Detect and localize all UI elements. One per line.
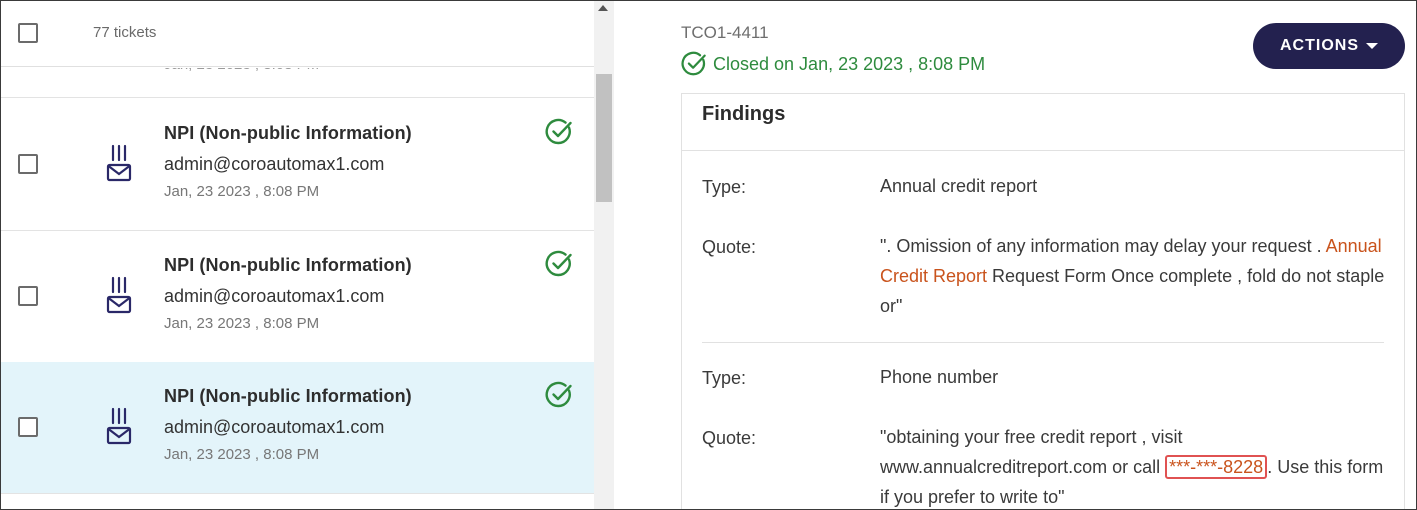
status-badge: Closed on Jan, 23 2023 , 8:08 PM [681,51,985,77]
ticket-id: TCO1-4411 [681,23,769,42]
divider [702,342,1384,343]
finding-quote: ". Omission of any information may delay… [880,231,1385,321]
ticket-row[interactable]: NPI (Non-public Information) admin@coroa… [1,99,594,231]
select-all-checkbox[interactable] [18,23,38,43]
caret-down-icon [1366,43,1378,49]
mail-stack-icon [106,407,132,445]
ticket-date: Jan, 23 2023 , 8:08 PM [164,446,320,463]
clipped-ticket-row[interactable]: Jan, 23 2023 , 8:08 PM [1,68,594,98]
finding-quote-label: Quote: [702,428,757,448]
quote-text: ". Omission of any information may delay… [880,236,1326,256]
ticket-title: NPI (Non-public Information) [164,123,412,143]
status-text: Closed on Jan, 23 2023 , 8:08 PM [713,53,986,74]
ticket-title: NPI (Non-public Information) [164,255,412,275]
check-circle-icon [545,118,572,145]
finding-type-value: Annual credit report [880,176,1038,196]
actions-button[interactable]: ACTIONS [1253,23,1405,69]
ticket-email: admin@coroautomax1.com [164,286,385,306]
clipped-ticket-date: Jan, 23 2023 , 8:08 PM [164,68,319,73]
finding-type-label: Type: [702,177,747,197]
ticket-checkbox[interactable] [18,417,38,437]
ticket-list-pane: 77 tickets Jan, 23 2023 , 8:08 PM NPI (N… [1,1,594,509]
finding-type-label: Type: [702,368,747,388]
list-header: 77 tickets [1,1,594,67]
ticket-email: admin@coroautomax1.com [164,417,385,437]
findings-card: Findings Type: Annual credit report Quot… [681,93,1405,509]
check-circle-icon [545,250,572,277]
finding-quote: "obtaining your free credit report , vis… [880,422,1385,509]
scroll-thumb[interactable] [596,74,612,202]
ticket-title: NPI (Non-public Information) [164,386,412,406]
ticket-checkbox[interactable] [18,286,38,306]
actions-label: ACTIONS [1280,37,1359,54]
masked-phone-number: ***-***-8228 [1165,455,1268,479]
ticket-checkbox[interactable] [18,154,38,174]
ticket-count: 77 tickets [93,24,157,41]
findings-title: Findings [702,103,786,125]
ticket-date: Jan, 23 2023 , 8:08 PM [164,315,320,332]
ticket-row-selected[interactable]: NPI (Non-public Information) admin@coroa… [1,362,594,494]
check-circle-icon [545,381,572,408]
finding-quote-label: Quote: [702,237,757,257]
mail-stack-icon [106,276,132,314]
mail-stack-icon [106,144,132,182]
ticket-detail-pane: TCO1-4411 Closed on Jan, 23 2023 , 8:08 … [615,1,1416,509]
check-circle-icon [681,51,706,76]
finding-type-value: Phone number [880,367,999,387]
ticket-row[interactable]: NPI (Non-public Information) admin@coroa… [1,231,594,363]
quote-text: "obtaining your free credit report , vis… [880,427,1183,477]
ticket-date: Jan, 23 2023 , 8:08 PM [164,183,320,200]
divider [682,150,1404,151]
ticket-email: admin@coroautomax1.com [164,154,385,174]
list-scrollbar[interactable] [594,1,614,509]
scroll-up-arrow-icon[interactable] [598,5,608,11]
